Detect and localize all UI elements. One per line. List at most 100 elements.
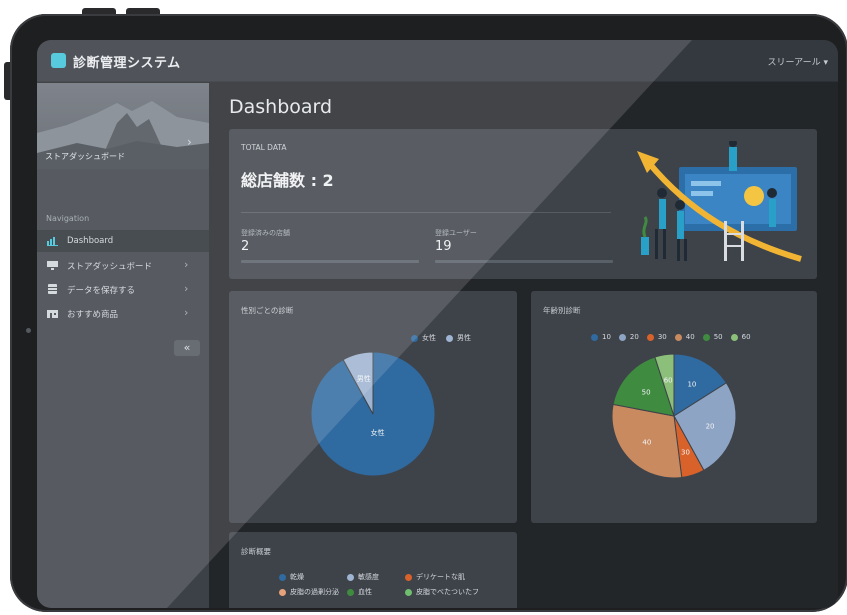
age-chart-card: 年齢別診断 10 20 30 40 50 60 10 20 30 40 50 60 <box>531 291 817 523</box>
stat-bar <box>241 260 419 263</box>
stat-label: 登録ユーザー <box>435 229 477 237</box>
chevron-right-icon: › <box>184 258 189 271</box>
sidebar-item-label: Dashboard <box>67 236 114 246</box>
stat-value: 2 <box>241 239 250 254</box>
legend-swatch <box>618 333 626 341</box>
app-logo-icon <box>51 53 66 68</box>
shop-icon <box>47 310 58 318</box>
legend-item[interactable]: 10 <box>591 333 611 341</box>
legend-label: 30 <box>657 333 667 341</box>
legend-swatch <box>674 333 682 341</box>
card-title: 性別ごとの診断 <box>241 306 294 315</box>
legend-item[interactable]: 40 <box>674 333 695 341</box>
sidebar-profile-name: ストアダッシュボード <box>45 152 125 161</box>
chevron-right-icon: › <box>187 135 192 149</box>
store-icon <box>47 261 58 270</box>
card-label: TOTAL DATA <box>241 143 287 152</box>
legend-swatch <box>405 573 412 581</box>
legend-label: 10 <box>602 333 611 341</box>
legend-item[interactable]: 30 <box>646 333 667 341</box>
legend-item[interactable]: 60 <box>730 333 751 341</box>
legend-swatch <box>279 573 286 581</box>
legend-label: 20 <box>629 333 639 341</box>
pie-slice-label: 10 <box>687 380 696 388</box>
legend-label: 男性 <box>457 334 471 342</box>
legend-label: 乾燥 <box>290 573 304 581</box>
legend-label: 50 <box>713 333 723 341</box>
legend-label: 皮脂の過剰分泌 <box>290 588 339 596</box>
sidebar-profile-banner[interactable]: ストアダッシュボード › <box>37 83 209 169</box>
divider <box>241 212 611 213</box>
legend-item[interactable]: デリケートな肌 <box>405 572 505 582</box>
sidebar-item-dashboard[interactable]: Dashboard <box>37 230 209 252</box>
legend-item[interactable]: 皮脂でべたついたフ <box>405 587 505 597</box>
sidebar: ストアダッシュボード › Navigation Dashboard ストアダッシ <box>37 83 209 608</box>
legend-item[interactable]: 男性 <box>446 333 471 343</box>
legend-swatch <box>591 333 598 341</box>
legend-item[interactable]: 20 <box>618 333 639 341</box>
stat-value: 19 <box>435 239 452 254</box>
legend-swatch <box>646 333 654 341</box>
top-navbar: 診断管理システム スリーアール ▾ <box>37 40 838 82</box>
sidebar-item-recommended[interactable]: おすすめ商品 › <box>37 302 209 324</box>
stat-label: 登録済みの店舗 <box>241 229 290 237</box>
legend-label: 女性 <box>422 334 436 342</box>
chart-legend: 10 20 30 40 50 60 <box>591 333 751 341</box>
app-title: 診断管理システム <box>73 56 181 71</box>
screen: 診断管理システム スリーアール ▾ ストアダッシュボード › Navigatio… <box>37 40 838 608</box>
gender-chart-card: 性別ごとの診断 女性 男性 女性 男性 <box>229 291 517 523</box>
chart-legend: 女性 男性 <box>411 333 471 343</box>
chevron-right-icon: › <box>184 306 189 319</box>
tablet-frame: 診断管理システム スリーアール ▾ ストアダッシュボード › Navigatio… <box>10 14 847 612</box>
legend-item[interactable]: 乾燥 <box>279 572 341 582</box>
sidebar-item-store-dashboard[interactable]: ストアダッシュボード › <box>37 254 209 276</box>
database-icon <box>48 284 57 294</box>
pie-slice-label: 50 <box>642 388 651 396</box>
chart-legend: 乾燥 敏感度 デリケートな肌 皮脂の過剰分泌 血性 皮脂でべたついたフ <box>279 572 509 597</box>
sidebar-section-label: Navigation <box>46 214 90 223</box>
legend-swatch <box>446 334 453 342</box>
chart-icon <box>47 237 58 246</box>
age-pie-chart: 10 20 30 40 50 60 <box>611 353 737 479</box>
gender-pie-chart: 女性 男性 <box>310 351 436 477</box>
legend-swatch <box>347 588 354 596</box>
sidebar-item-save-data[interactable]: データを保存する › <box>37 278 209 300</box>
user-menu[interactable]: スリーアール ▾ <box>768 55 828 68</box>
sidebar-item-label: おすすめ商品 <box>67 310 119 320</box>
legend-swatch <box>730 333 738 341</box>
legend-label: 皮脂でべたついたフ <box>416 588 479 596</box>
sidebar-item-label: データを保存する <box>67 286 136 296</box>
legend-label: 40 <box>685 333 695 341</box>
chevron-right-icon: › <box>184 282 189 295</box>
legend-label: 血性 <box>358 588 372 596</box>
legend-swatch <box>411 334 418 342</box>
legend-item[interactable]: 血性 <box>347 587 399 597</box>
legend-swatch <box>405 588 412 596</box>
card-title: 年齢別診断 <box>543 306 581 315</box>
pie-slice-label: 40 <box>642 438 651 446</box>
legend-item[interactable]: 50 <box>702 333 723 341</box>
pie-slice-label: 女性 <box>371 428 385 437</box>
total-store-count: 総店舗数 : 2 <box>241 171 334 190</box>
legend-label: 敏感度 <box>358 573 379 581</box>
pie-slice-label: 男性 <box>357 374 371 383</box>
sidebar-item-label: ストアダッシュボード <box>67 262 153 272</box>
legend-item[interactable]: 女性 <box>411 333 436 343</box>
legend-swatch <box>347 573 354 581</box>
stat-bar <box>435 260 613 263</box>
page-title: Dashboard <box>229 96 333 118</box>
legend-swatch <box>279 588 286 596</box>
pie-slice-label: 60 <box>664 376 673 384</box>
summary-chart-card: 診断概要 乾燥 敏感度 デリケートな肌 皮脂の過剰分泌 血性 皮脂でべたついたフ <box>229 532 517 608</box>
sidebar-collapse-button[interactable]: « <box>174 340 200 356</box>
legend-label: 60 <box>741 333 751 341</box>
legend-item[interactable]: 皮脂の過剰分泌 <box>279 587 341 597</box>
legend-item[interactable]: 敏感度 <box>347 572 399 582</box>
legend-label: デリケートな肌 <box>416 573 465 581</box>
stage: 診断管理システム スリーアール ▾ ストアダッシュボード › Navigatio… <box>0 0 847 615</box>
legend-swatch <box>702 333 710 341</box>
card-title: 診断概要 <box>241 547 271 556</box>
team-illustration-icon <box>637 141 802 262</box>
total-data-card: TOTAL DATA 総店舗数 : 2 登録済みの店舗 2 登録ユーザー 19 <box>229 129 817 279</box>
pie-slice-label: 30 <box>681 448 690 456</box>
